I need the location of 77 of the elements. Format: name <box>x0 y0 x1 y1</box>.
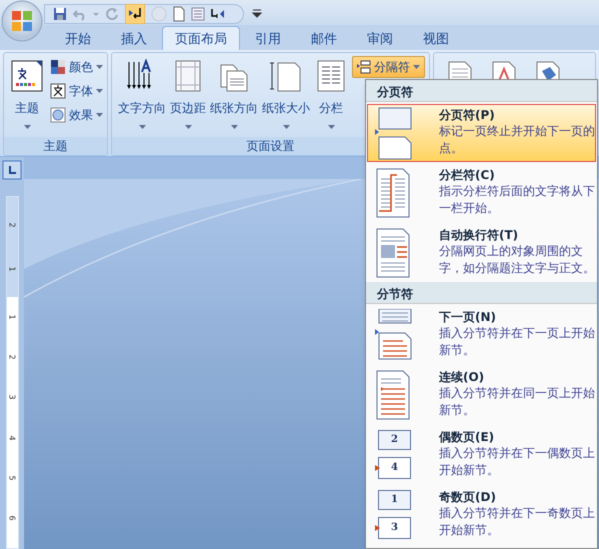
ribbon-button[interactable]: 文字方向 <box>116 56 168 129</box>
menu-item-description: 分隔网页上的对象周围的文字，如分隔题注文字与正文。 <box>439 243 596 277</box>
page-number: 3 <box>391 523 398 533</box>
font-icon <box>50 83 66 99</box>
menu-item-title: 连续(O) <box>439 369 486 385</box>
ruler-number: 4 <box>8 435 16 440</box>
menu-item-description: 标记一页终止并开始下一页的点。 <box>439 123 596 157</box>
menu-item-title: 分栏符(C) <box>439 167 496 183</box>
tab-selector-icon[interactable] <box>2 160 22 180</box>
ribbon-button[interactable]: 颜色 <box>50 58 103 76</box>
tab[interactable]: 引用 <box>240 26 296 50</box>
menu-item-title: 自动换行符(T) <box>439 227 520 243</box>
dropdown-arrow-icon <box>282 125 290 129</box>
menu-item-title: 奇数页(D) <box>439 489 497 505</box>
breaks-button[interactable]: 分隔符 <box>352 56 425 78</box>
ruler-number: 6 <box>8 515 16 520</box>
document-icon[interactable] <box>191 6 205 20</box>
menu-item-description: 插入分节符并在下一页上开始新节。 <box>439 325 596 359</box>
dropdown-arrow-icon <box>96 113 103 117</box>
ribbon-button[interactable]: 效果 <box>50 106 103 124</box>
dropdown-arrow-icon <box>184 125 192 129</box>
save-icon[interactable] <box>53 6 67 20</box>
tab[interactable]: 视图 <box>408 26 464 50</box>
page-break-icon <box>357 60 371 74</box>
ribbon-button[interactable]: 字体 <box>50 82 103 100</box>
ruler-number: 1 <box>8 266 16 272</box>
ribbon-button[interactable]: 主题 <box>8 56 46 129</box>
customize-arrow-icon[interactable] <box>252 8 262 18</box>
ruler-number: 2 <box>8 222 16 228</box>
menu-item[interactable]: 自动换行符(T) 分隔网页上的对象周围的文字，如分隔题注文字与正文。 <box>367 224 596 282</box>
menu-item-description: 指示分栏符后面的文字将从下一栏开始。 <box>439 183 596 217</box>
tab[interactable]: 插入 <box>106 26 162 50</box>
page-number: 2 <box>391 435 398 445</box>
color-squares-icon <box>50 59 66 75</box>
marker-arrow-icon <box>375 525 380 531</box>
menu-item[interactable]: 下一页(N) 插入分节符并在下一页上开始新节。 <box>367 306 596 364</box>
ruler-number: 2 <box>8 354 16 360</box>
dropdown-arrow-icon <box>24 125 30 129</box>
dropdown-arrow-icon <box>96 65 103 69</box>
dropdown-arrow-icon <box>96 89 103 93</box>
page-number: 4 <box>391 463 398 473</box>
page-number: 1 <box>391 495 398 505</box>
theme-icon <box>10 59 44 93</box>
section-header: 分节符 <box>366 282 597 304</box>
group-label: 主题 <box>4 137 107 155</box>
marker-arrow-icon <box>375 465 380 471</box>
menu-item-description: 插入分节符并在同一页上开始新节。 <box>439 385 596 419</box>
section-header: 分页符 <box>366 80 597 102</box>
ribbon-button[interactable]: 纸张大小 <box>260 56 312 129</box>
menu-item-description: 插入分节符并在下一偶数页上开始新节。 <box>439 445 596 479</box>
ruler-number: 3 <box>8 394 16 400</box>
ribbon-button[interactable]: 纸张方向 <box>208 56 260 129</box>
menu-item[interactable]: 1 3 奇数页(D) 插入分节符并在下一奇数页上开始新节。 <box>367 486 596 544</box>
dropdown-arrow-icon <box>138 125 146 129</box>
effects-icon <box>50 107 66 123</box>
ribbon-button[interactable]: 页边距 <box>168 56 208 129</box>
tab[interactable]: 页面布局 <box>162 26 240 50</box>
menu-item[interactable]: 连续(O) 插入分节符并在同一页上开始新节。 <box>367 366 596 424</box>
ribbon-button[interactable]: 分栏 <box>312 56 350 129</box>
tab[interactable]: 邮件 <box>296 26 352 50</box>
tab[interactable]: 开始 <box>50 26 106 50</box>
menu-item[interactable]: 2 4 偶数页(E) 插入分节符并在下一偶数页上开始新节。 <box>367 426 596 484</box>
menu-item-description: 插入分节符并在下一奇数页上开始新节。 <box>439 505 596 539</box>
pilcrow-button-icon[interactable] <box>125 4 145 24</box>
tab[interactable]: 审阅 <box>352 26 408 50</box>
blank-page-icon[interactable] <box>173 6 185 22</box>
menu-item-title: 偶数页(E) <box>439 429 496 445</box>
dropdown-arrow-icon <box>230 125 238 129</box>
line-break-icon[interactable] <box>211 6 225 20</box>
ruler-number: 5 <box>8 475 16 480</box>
menu-item[interactable]: 分栏符(C) 指示分栏符后面的文字将从下一栏开始。 <box>367 164 596 222</box>
menu-item-title: 下一页(N) <box>439 309 498 325</box>
ruler-number: 1 <box>8 314 16 320</box>
menu-item-title: 分页符(P) <box>439 107 496 123</box>
dropdown-arrow-icon <box>413 65 420 69</box>
dropdown-arrow-icon <box>328 125 334 129</box>
menu-item[interactable]: 分页符(P) 标记一页终止并开始下一页的点。 <box>367 104 596 162</box>
